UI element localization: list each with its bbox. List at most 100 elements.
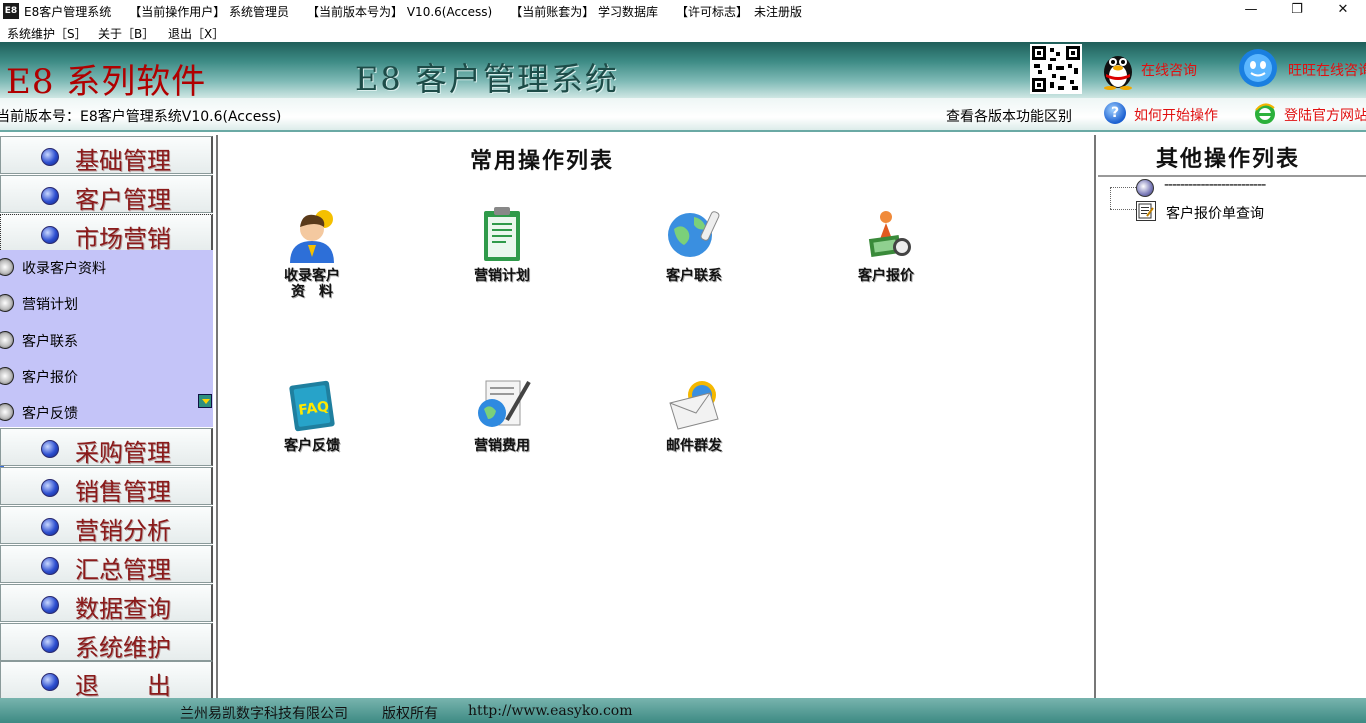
notepad-icon: [1136, 201, 1156, 221]
nav-dot-icon: [41, 673, 59, 691]
panel-heading: 其他操作列表: [1156, 146, 1301, 172]
nav-system-maintenance[interactable]: 系统维护: [0, 623, 213, 662]
tile-label: 客户报价: [858, 268, 914, 284]
tile-collect-customer[interactable]: 收录客户 资 料: [252, 205, 372, 315]
other-operations-panel: 其他操作列表 ------------------------- 客户报价单查询: [1098, 135, 1366, 698]
compare-versions-link[interactable]: 查看各版本功能区别: [946, 106, 1072, 126]
submenu-label: 客户联系: [22, 334, 78, 350]
submenu-label: 客户报价: [22, 370, 78, 386]
customer-person-icon: [282, 205, 342, 265]
ie-browser-icon[interactable]: [1254, 102, 1276, 124]
nav-dot-icon: [41, 557, 59, 575]
howto-link[interactable]: 如何开始操作: [1134, 105, 1218, 125]
nav-sales-management[interactable]: 销售管理: [0, 467, 213, 506]
nav-purchase-management[interactable]: 采购管理: [0, 428, 213, 467]
tile-bulk-email[interactable]: 邮件群发: [634, 375, 754, 485]
menu-exit[interactable]: 退出［X］: [168, 25, 224, 42]
globe-document-pen-icon: [472, 375, 532, 435]
common-operations-panel: 常用操作列表 收录客户 资 料 营销计划 客户联系 客户报价 FAQ 客户反馈 …: [216, 135, 1096, 698]
tree-line: [1110, 187, 1111, 209]
submenu-label: 收录客户资料: [22, 261, 106, 277]
marketing-submenu: 收录客户资料 营销计划 客户联系 客户报价 客户反馈: [0, 250, 213, 427]
radio-dot-icon: [0, 294, 14, 312]
radio-dot-icon: [0, 331, 14, 349]
nav-label: 采购管理: [75, 439, 171, 467]
clipboard-icon: [472, 205, 532, 265]
submenu-item-marketing-plan[interactable]: 营销计划: [0, 286, 213, 322]
aliwangwang-icon[interactable]: [1238, 48, 1278, 88]
nav-label: 汇总管理: [75, 556, 171, 584]
tree-item-quote-query[interactable]: 客户报价单查询: [1166, 203, 1264, 223]
nav-dot-icon: [41, 440, 59, 458]
nav-exit[interactable]: 退 出: [0, 661, 213, 700]
nav-dot-icon: [41, 226, 59, 244]
close-button[interactable]: ✕: [1320, 0, 1366, 22]
tile-marketing-expense[interactable]: 营销费用: [442, 375, 562, 485]
tile-customer-contact[interactable]: 客户联系: [634, 205, 754, 315]
qq-consult-link[interactable]: 在线咨询: [1141, 60, 1197, 80]
nav-label: 营销分析: [75, 517, 171, 545]
submenu-item-customer-feedback[interactable]: 客户反馈: [0, 395, 213, 431]
brand-title: E8 系列软件: [6, 62, 207, 98]
operations-tree: ------------------------- 客户报价单查询: [1110, 177, 1366, 239]
submenu-item-customer-contact[interactable]: 客户联系: [0, 323, 213, 359]
website-link[interactable]: http://www.easyko.com: [468, 703, 633, 719]
menu-bar: 系统维护［S］ 关于［B］ 退出［X］: [0, 22, 1366, 42]
app-icon: E8: [3, 3, 19, 19]
tile-label: 客户联系: [666, 268, 722, 284]
window-title: E8客户管理系统 【当前操作用户】 系统管理员 【当前版本号为】 V10.6(A…: [24, 5, 803, 19]
company-name: 兰州易凯数字科技有限公司: [180, 706, 348, 722]
nav-label: 系统维护: [75, 634, 171, 662]
nav-dot-icon: [41, 518, 59, 536]
nav-summary-management[interactable]: 汇总管理: [0, 545, 213, 584]
tile-label: 客户反馈: [284, 438, 340, 454]
maximize-button[interactable]: ❐: [1274, 0, 1320, 22]
menu-about[interactable]: 关于［B］: [98, 25, 154, 42]
submenu-item-collect-customer[interactable]: 收录客户资料: [0, 250, 213, 286]
nav-data-query[interactable]: 数据查询: [0, 584, 213, 623]
tile-customer-feedback[interactable]: FAQ 客户反馈: [252, 375, 372, 485]
tile-label: 收录客户 资 料: [284, 268, 340, 300]
nav-label: 销售管理: [75, 478, 171, 506]
nav-label: 数据查询: [75, 595, 171, 623]
panel-heading: 常用操作列表: [470, 148, 615, 174]
footer-bar: 兰州易凯数字科技有限公司 版权所有 http://www.easyko.com: [0, 698, 1366, 723]
tile-customer-quote[interactable]: 客户报价: [826, 205, 946, 315]
qq-penguin-icon[interactable]: [1098, 48, 1138, 90]
help-icon[interactable]: ?: [1104, 102, 1126, 124]
nav-marketing-analysis[interactable]: 营销分析: [0, 506, 213, 545]
official-site-link[interactable]: 登陆官方网站: [1284, 105, 1366, 125]
nav-marketing[interactable]: 市场营销: [0, 214, 213, 253]
radio-dot-icon: [0, 367, 14, 385]
tree-root-label[interactable]: -------------------------: [1164, 177, 1266, 193]
tree-root-icon[interactable]: [1136, 179, 1154, 197]
envelope-icon: [664, 375, 724, 435]
copyright-label: 版权所有: [382, 706, 438, 722]
menu-system-maintenance[interactable]: 系统维护［S］: [7, 25, 87, 42]
faq-book-icon: FAQ: [282, 375, 342, 435]
version-label: 当前版本号：E8客户管理系统V10.6(Access): [0, 109, 282, 125]
nav-label: 市场营销: [75, 225, 171, 253]
nav-customer-management[interactable]: 客户管理: [0, 175, 213, 214]
nav-dot-icon: [41, 148, 59, 166]
scroll-down-button[interactable]: [198, 394, 212, 408]
minimize-button[interactable]: —: [1228, 0, 1274, 22]
tree-line: [1110, 187, 1136, 188]
qr-code-icon: [1030, 44, 1082, 94]
nav-basic-management[interactable]: 基础管理: [0, 136, 213, 175]
radio-dot-icon: [0, 403, 14, 421]
submenu-item-customer-quote[interactable]: 客户报价: [0, 359, 213, 395]
tile-label: 营销计划: [474, 268, 530, 284]
ali-consult-link[interactable]: 旺旺在线咨询: [1288, 60, 1366, 80]
radio-dot-icon: [0, 258, 14, 276]
title-bar: E8 E8客户管理系统 【当前操作用户】 系统管理员 【当前版本号为】 V10.…: [0, 0, 1366, 22]
system-title: E8 客户管理系统: [355, 60, 619, 98]
nav-dot-icon: [41, 187, 59, 205]
nav-dot-icon: [41, 596, 59, 614]
globe-phone-icon: [664, 205, 724, 265]
quote-money-icon: [856, 205, 916, 265]
tile-label: 营销费用: [474, 438, 530, 454]
submenu-label: 营销计划: [22, 297, 78, 313]
tile-marketing-plan[interactable]: 营销计划: [442, 205, 562, 315]
tile-label: 邮件群发: [666, 438, 722, 454]
